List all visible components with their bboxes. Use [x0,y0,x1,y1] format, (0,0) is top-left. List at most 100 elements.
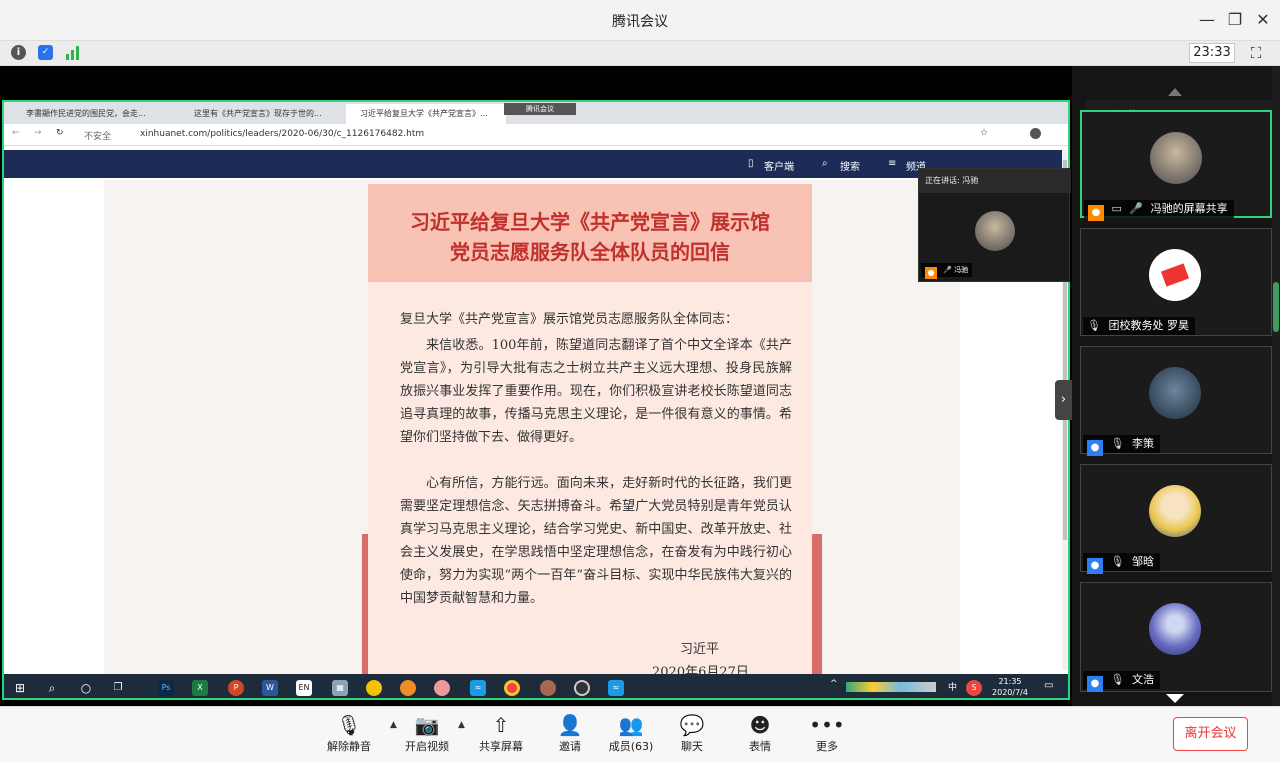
signal-icon[interactable] [66,45,82,60]
english-dict-icon[interactable]: EN [296,680,312,696]
chat-icon: 💬 [679,713,705,737]
chrome-icon[interactable] [504,680,520,696]
title-bar: 腾讯会议 — ❐ ✕ [0,0,1280,40]
tray-arrow-icon[interactable]: ^ [830,679,838,689]
shared-screen[interactable]: 李書顯作民进党的围民党，会走... 这里有《共产党宣言》现存于世的... 习近平… [2,100,1070,700]
mini-speaker-header: 正在讲话: 冯驰 [919,169,1071,193]
app-icon-brown[interactable] [540,680,556,696]
word-icon[interactable]: W [262,680,278,696]
mic-muted-icon: 🎙 [1087,319,1101,332]
start-video-button[interactable]: 📷 开启视频 [392,712,462,758]
share-screen-icon: ⇧ [492,713,510,737]
participant-name: 文浩 [1131,673,1154,686]
meeting-clock: 23:33 [1189,43,1235,63]
mic-muted-icon: 🎙 [1110,555,1125,568]
participant-name: 冯驰的屏幕共享 [1150,202,1228,215]
share-screen-label: 共享屏幕 [479,740,523,753]
restore-button[interactable]: ❐ [1220,8,1250,32]
members-button[interactable]: 👥 成员(63) [596,712,666,758]
mini-speaker-name: 冯驰 [954,266,969,274]
powerpoint-icon[interactable]: P [228,680,244,696]
reactions-button[interactable]: ☻ 表情 [725,712,795,758]
browser-address-bar: ← → ↻ 不安全 xinhuanet.com/politics/leaders… [4,124,1068,146]
windows-start-icon[interactable]: ⊞ [12,680,28,696]
profile-icon[interactable] [1030,128,1041,139]
browser-tab-2[interactable]: 这里有《共产党宣言》现存于世的... [180,104,340,124]
security-label[interactable]: 不安全 [84,129,111,142]
avatar [1149,603,1201,655]
chat-label: 聊天 [681,740,703,753]
minimize-button[interactable]: — [1192,8,1222,32]
participant-name-bar: ● 🎙 李策 [1083,435,1160,456]
excel-icon[interactable]: X [192,680,208,696]
scroll-down-arrow[interactable] [1166,694,1184,703]
taskbar-clock[interactable]: 21:35 2020/7/4 [990,676,1030,698]
screen-share-icon: ▭ [1111,202,1122,215]
panel-scrollbar-track[interactable] [1272,66,1280,706]
camera-off-icon: 📷 [414,713,440,737]
tray-icons[interactable] [846,682,936,692]
shield-icon[interactable]: ✓ [38,45,53,60]
menu-icon: ≡ [888,158,897,169]
user-icon: ● [1087,676,1103,692]
letter-signature: 习近平 [680,642,720,657]
tab-label: 李書顯作民进党的围民党，会走... [26,109,146,118]
participant-tile-4[interactable]: ● 🎙 邹晗 [1080,464,1272,574]
ime-indicator[interactable]: 中 [948,680,957,693]
more-button[interactable]: ••• 更多 [792,712,862,758]
close-button[interactable]: ✕ [1248,8,1278,32]
app-icon-pink[interactable] [434,680,450,696]
participant-tile-1[interactable]: ● ▭ 🎤 冯驰的屏幕共享 [1080,110,1272,221]
search-icon[interactable]: ⌕ [44,680,60,696]
browser-tab-3[interactable]: 习近平给复旦大学《共产党宣言》... [346,104,506,124]
avatar [975,211,1015,251]
participant-name: 邹晗 [1131,555,1154,568]
reload-icon[interactable]: ↻ [56,128,64,138]
participant-name-bar: ● 🎙 文浩 [1083,671,1160,692]
panel-scrollbar-thumb[interactable] [1273,282,1279,332]
tencent-meeting-icon[interactable]: ≈ [470,680,486,696]
client-link[interactable]: 客户端 [764,158,794,173]
back-icon[interactable]: ← [12,128,20,138]
mic-muted-icon: 🎙 [336,713,362,737]
participant-tile-2[interactable]: 🎙 团校教务处 罗昊 [1080,228,1272,336]
bookmark-star-icon[interactable]: ☆ [980,128,988,138]
mini-name-bar: ● 🎤 冯驰 [921,263,973,279]
calculator-icon[interactable]: ▦ [332,680,348,696]
share-screen-button[interactable]: ⇧ 共享屏幕 [466,712,536,758]
tab-label: 习近平给复旦大学《共产党宣言》... [360,109,488,118]
phone-icon: ▯ [748,158,754,169]
chat-button[interactable]: 💬 聊天 [657,712,727,758]
participant-tile-5[interactable]: ● 🎙 文浩 [1080,582,1272,692]
forward-icon[interactable]: → [34,128,42,138]
app-icon-yellow[interactable] [366,680,382,696]
search-link[interactable]: 搜索 [840,158,860,173]
mini-speaker-window[interactable]: 正在讲话: 冯驰 ● 🎤 冯驰 [918,168,1071,282]
invite-label: 邀请 [559,740,581,753]
reactions-label: 表情 [749,740,771,753]
browser-tab-1[interactable]: 李書顯作民进党的围民党，会走... [12,104,172,124]
info-icon[interactable]: i [11,45,26,60]
participant-name: 李策 [1131,437,1154,450]
app-icon-orange[interactable] [400,680,416,696]
fullscreen-icon[interactable]: ⛶ [1246,43,1266,63]
tencent-meeting-icon-2[interactable]: ≈ [608,680,624,696]
video-options-caret[interactable]: ▲ [458,720,465,730]
participant-tile-3[interactable]: ● 🎙 李策 [1080,346,1272,456]
collapse-panel-arrow[interactable]: › [1055,380,1072,420]
url-text[interactable]: xinhuanet.com/politics/leaders/2020-06/3… [140,129,424,139]
unmute-button[interactable]: 🎙 解除静音 [314,712,384,758]
emoji-icon: ☻ [749,713,771,737]
cortana-icon[interactable]: ○ [78,680,94,696]
tray-app-icon[interactable]: S [966,680,982,696]
user-icon: ● [1087,440,1103,456]
leave-meeting-button[interactable]: 离开会议 [1173,717,1248,751]
user-icon: ● [1087,558,1103,574]
photoshop-icon[interactable]: Ps [158,680,174,696]
task-view-icon[interactable]: ❐ [110,680,126,696]
invite-button[interactable]: 👤 邀请 [535,712,605,758]
user-icon: ● [925,267,937,279]
notification-icon[interactable]: ▭ [1044,680,1053,691]
scroll-up-arrow[interactable] [1168,88,1182,96]
media-player-icon[interactable] [574,680,590,696]
